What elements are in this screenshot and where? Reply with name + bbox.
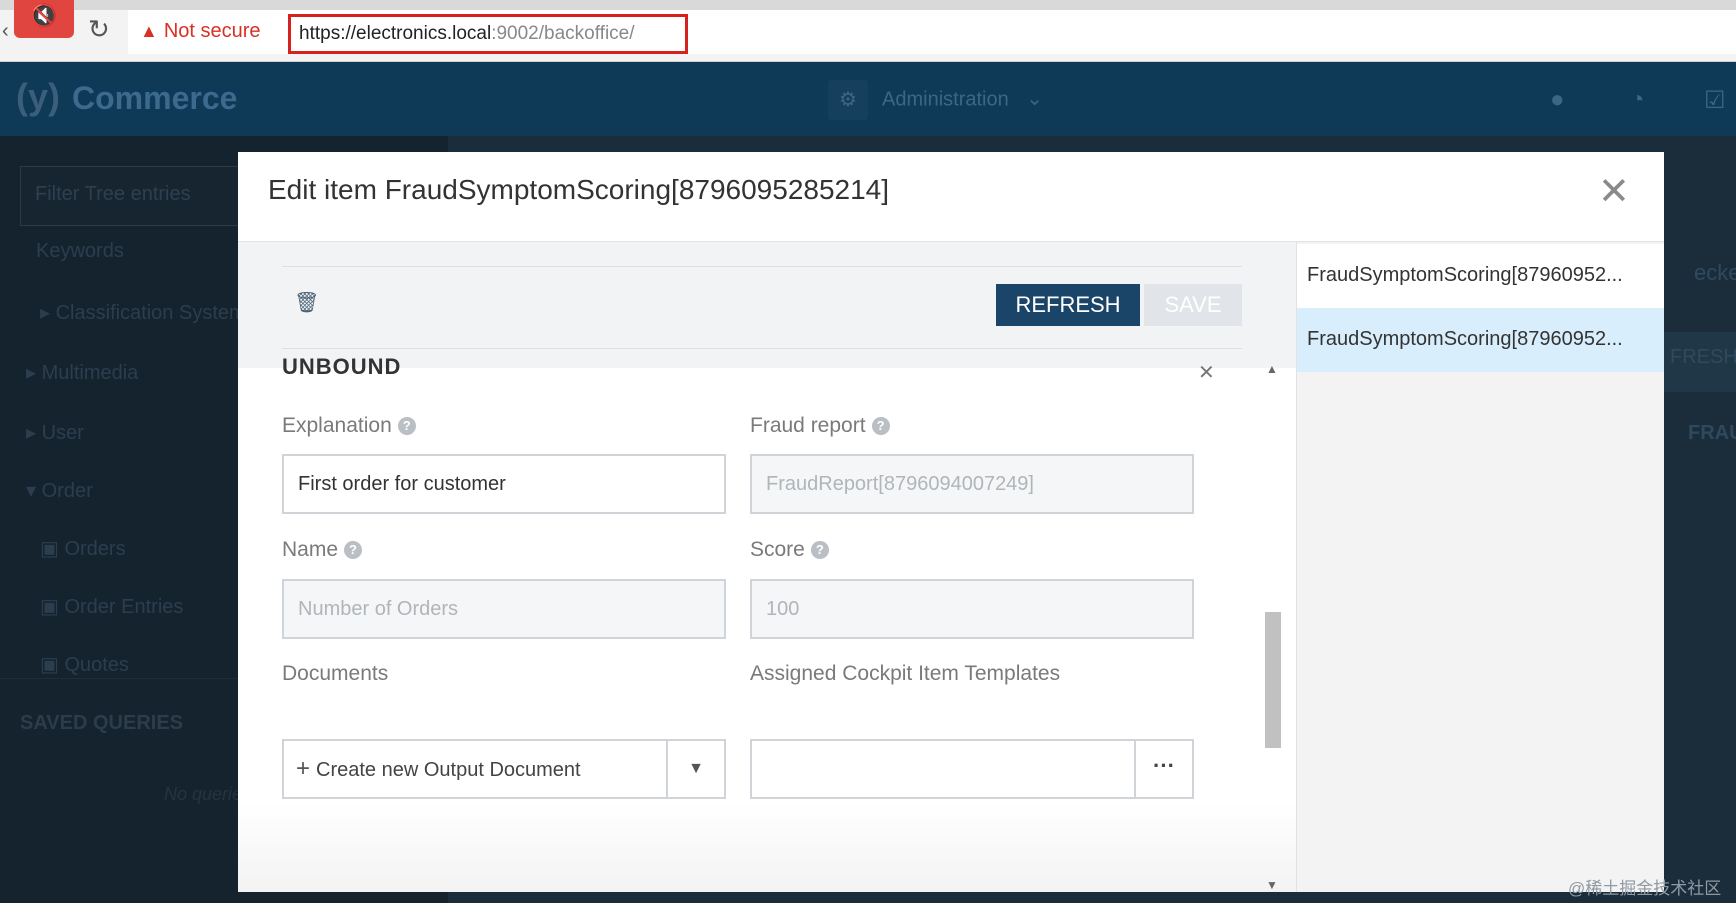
mute-tab-icon[interactable]: 🔇: [14, 0, 74, 38]
watermark: @稀土掘金技术社区: [1568, 879, 1722, 898]
dialog-title: Edit item FraudSymptomScoring[8796095285…: [268, 174, 890, 205]
more-options-icon[interactable]: ···: [1134, 741, 1192, 797]
saved-queries-title: SAVED QUERIES: [20, 712, 183, 734]
section-collapse-icon[interactable]: ✕: [1198, 360, 1215, 385]
reload-icon[interactable]: ↻: [88, 14, 110, 45]
name-field[interactable]: [282, 579, 726, 639]
logout-icon[interactable]: ☑: [1704, 86, 1726, 115]
chevron-down-icon[interactable]: ▼: [666, 741, 724, 797]
tree-item-label: Order: [41, 480, 93, 502]
documents-combo: + Create new Output Document ▼: [282, 739, 726, 799]
tree-item-order-entries[interactable]: ▣ Order Entries: [40, 594, 183, 619]
field-label-text: Fraud report: [750, 414, 866, 437]
tree-item-label: Quotes: [64, 654, 129, 676]
save-button[interactable]: SAVE: [1144, 284, 1242, 326]
refresh-button[interactable]: REFRESH: [996, 284, 1140, 326]
tree-item-label: User: [41, 422, 84, 444]
templates-label: Assigned Cockpit Item Templates: [750, 662, 1061, 685]
tree-item-keywords[interactable]: Keywords: [36, 240, 124, 263]
scroll-up-icon[interactable]: ▲: [1266, 362, 1278, 376]
background-label-checked: ecked: [1694, 260, 1736, 285]
explanation-label: Explanation?: [282, 414, 416, 438]
help-icon[interactable]: ?: [810, 541, 829, 559]
score-field[interactable]: [750, 579, 1194, 639]
scrollbar-thumb[interactable]: [1265, 612, 1281, 748]
help-circle-icon[interactable]: ◔: [1630, 86, 1645, 114]
perspective-icon: ⚙: [828, 80, 868, 120]
chevron-down-icon: ⌄: [1026, 88, 1044, 111]
templates-field[interactable]: ···: [750, 739, 1194, 799]
tree-item-user[interactable]: ▸ User: [26, 420, 84, 445]
tree-item-order[interactable]: ▾ Order: [26, 478, 93, 503]
tree-item-label: Classification System: [55, 302, 246, 324]
name-label: Name?: [282, 538, 363, 562]
documents-label: Documents: [282, 662, 389, 685]
field-label-text: Score: [750, 538, 805, 561]
fraud-report-field[interactable]: [750, 454, 1194, 514]
perspective-label: Administration: [882, 88, 1009, 111]
field-label-text: Explanation: [282, 414, 392, 437]
history-item-active[interactable]: FraudSymptomScoring[87960952...: [1297, 308, 1664, 372]
background-label-frau: FRAU: [1688, 422, 1736, 444]
history-item[interactable]: FraudSymptomScoring[87960952...: [1297, 244, 1664, 308]
url-host: https://electronics.local: [299, 23, 492, 44]
tree-item-orders[interactable]: ▣ Orders: [40, 536, 126, 561]
editor-fade: [238, 802, 1296, 892]
editor-scrollbar[interactable]: ▲ ▼: [1262, 362, 1284, 892]
scroll-down-icon[interactable]: ▼: [1266, 878, 1278, 892]
history-panel: FraudSymptomScoring[87960952... FraudSym…: [1296, 242, 1664, 892]
background-label-refresh: FRESH: [1670, 346, 1736, 368]
toolbar-divider-bottom: [282, 348, 1242, 349]
editor-toolbar: 🗑 REFRESH SAVE: [238, 242, 1296, 368]
security-indicator[interactable]: ▲ Not secure: [140, 20, 261, 43]
field-label-text: Name: [282, 538, 339, 561]
help-icon[interactable]: ?: [397, 417, 416, 435]
help-icon[interactable]: ?: [871, 417, 890, 435]
app-logo-icon: (y): [16, 76, 60, 117]
user-icon[interactable]: ●: [1550, 86, 1565, 114]
tree-filter-input[interactable]: Filter Tree entries: [20, 166, 260, 226]
tree-item-multimedia[interactable]: ▸ Multimedia: [26, 360, 138, 385]
address-bar[interactable]: ▲ Not secure https://electronics.local:90…: [128, 10, 1736, 54]
editor-area: 🗑 REFRESH SAVE UNBOUND ✕ Explanation? Fr…: [238, 242, 1296, 892]
url-path: :9002/backoffice/: [491, 23, 635, 44]
dialog-header: Edit item FraudSymptomScoring[8796095285…: [238, 152, 1664, 242]
close-icon[interactable]: ✕: [1598, 172, 1630, 212]
plus-icon: +: [296, 755, 311, 782]
tree-item-label: Order Entries: [64, 596, 184, 618]
section-title: UNBOUND: [282, 354, 402, 379]
tree-item-quotes[interactable]: ▣ Quotes: [40, 652, 129, 677]
help-icon[interactable]: ?: [344, 541, 363, 559]
browser-toolbar: 🔇 ‹ ↻ ▲ Not secure https://electronics.lo…: [0, 0, 1736, 62]
score-label: Score?: [750, 538, 829, 562]
app-header: (y) Commerce ⚙ Administration ⌄ ● ◔ ☑: [0, 62, 1736, 136]
explanation-input[interactable]: [282, 454, 726, 514]
security-label: Not secure: [163, 20, 261, 42]
fraud-report-label: Fraud report?: [750, 414, 890, 438]
trash-icon[interactable]: 🗑: [294, 290, 319, 316]
warning-icon: ▲: [140, 21, 158, 41]
create-document-button[interactable]: + Create new Output Document: [284, 741, 666, 797]
back-arrow-icon[interactable]: ‹: [2, 20, 9, 43]
app-title: Commerce: [72, 80, 238, 116]
tree-item-label: Orders: [64, 538, 126, 560]
tree-item-classification[interactable]: ▸ Classification System: [40, 300, 246, 325]
url-field[interactable]: https://electronics.local:9002/backoffic…: [288, 14, 688, 54]
create-document-label: Create new Output Document: [316, 759, 581, 781]
tree-item-label: Multimedia: [41, 362, 139, 384]
browser-tabstrip: [0, 0, 1736, 10]
perspective-selector[interactable]: ⚙ Administration ⌄: [828, 80, 1043, 120]
edit-item-dialog: Edit item FraudSymptomScoring[8796095285…: [238, 152, 1664, 892]
toolbar-divider-top: [282, 266, 1242, 267]
